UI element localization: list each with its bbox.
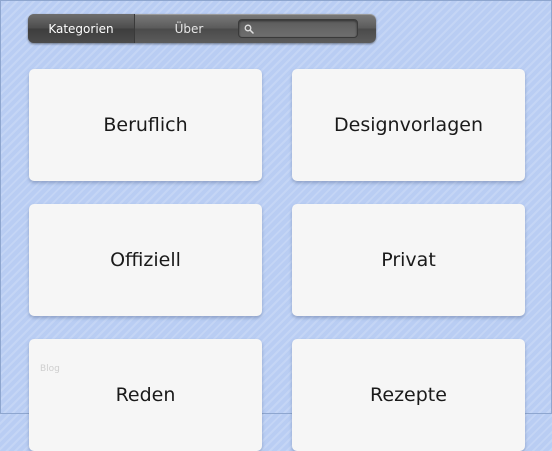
category-card-designvorlagen[interactable]: Designvorlagen bbox=[292, 69, 525, 181]
category-card-beruflich[interactable]: Beruflich bbox=[29, 69, 262, 181]
tab-ueber[interactable]: Über bbox=[135, 14, 243, 43]
category-card-label: Offiziell bbox=[110, 249, 181, 271]
category-card-label: Rezepte bbox=[370, 384, 447, 406]
category-card-rezepte[interactable]: Rezepte bbox=[292, 339, 525, 451]
search-input[interactable] bbox=[256, 20, 357, 37]
category-card-offiziell[interactable]: Offiziell bbox=[29, 204, 262, 316]
category-card-label: Beruflich bbox=[103, 114, 188, 136]
category-card-privat[interactable]: Privat bbox=[292, 204, 525, 316]
tab-kategorien[interactable]: Kategorien bbox=[28, 14, 135, 43]
search-icon bbox=[242, 22, 256, 36]
watermark-text: Blog bbox=[40, 364, 60, 374]
category-card-label: Designvorlagen bbox=[334, 114, 483, 136]
top-navigation-bar: Kategorien Über bbox=[28, 14, 376, 43]
category-card-reden[interactable]: Reden bbox=[29, 339, 262, 451]
category-card-label: Reden bbox=[115, 384, 176, 406]
category-card-label: Privat bbox=[381, 249, 436, 271]
search-box[interactable] bbox=[238, 19, 358, 38]
